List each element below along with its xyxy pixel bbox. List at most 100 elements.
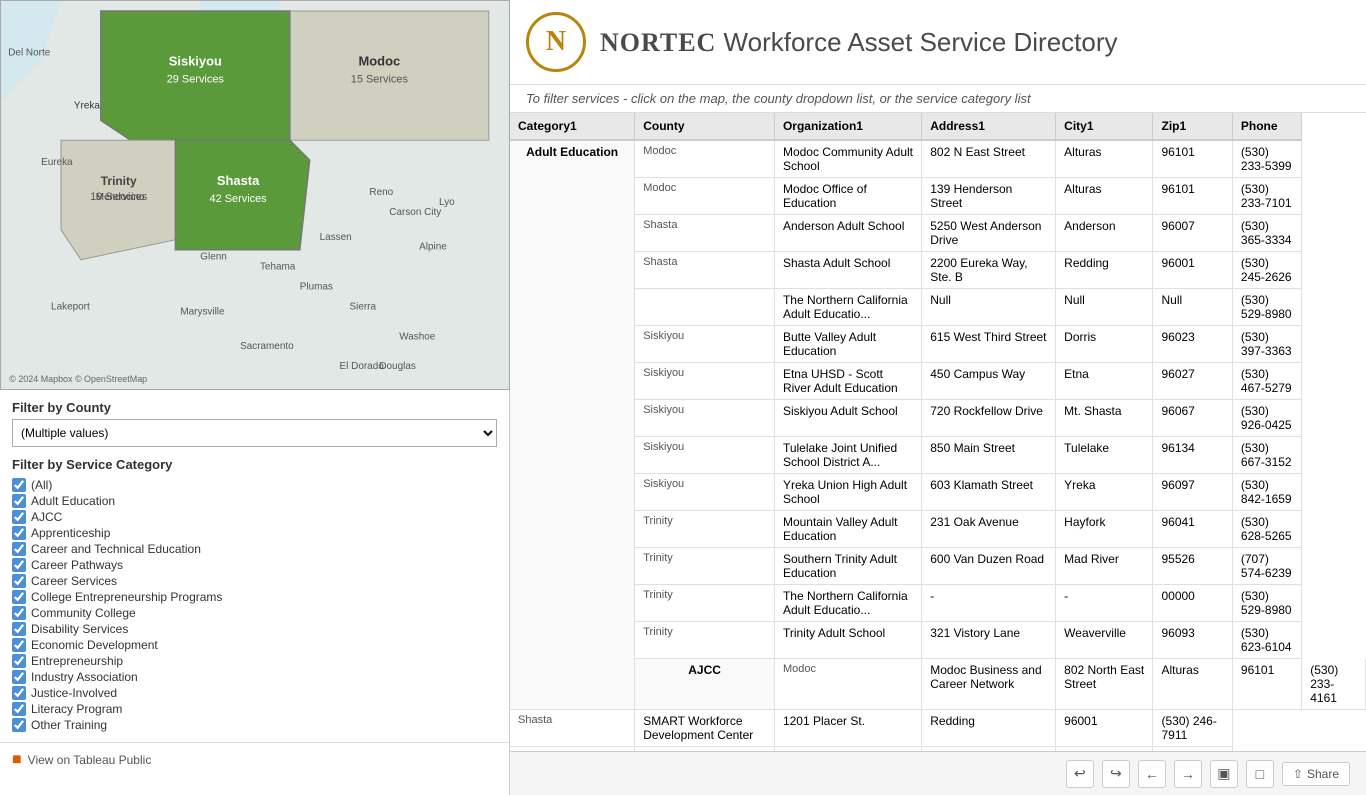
map-svg[interactable]: Modoc 15 Services Siskiyou 29 Services T… [1, 1, 509, 389]
alpine-label: Alpine [419, 242, 447, 253]
city-cell: Alturas [1056, 140, 1153, 178]
city-cell: Yreka [1056, 474, 1153, 511]
county-cell: Modoc [635, 178, 775, 215]
category-item[interactable]: Justice-Involved [12, 686, 497, 700]
category-checkbox[interactable] [12, 574, 26, 588]
category-label: Literacy Program [31, 702, 122, 716]
category-item[interactable]: (All) [12, 478, 497, 492]
city-cell: Redding [1056, 252, 1153, 289]
category-checkbox[interactable] [12, 654, 26, 668]
map-area[interactable]: Modoc 15 Services Siskiyou 29 Services T… [0, 0, 510, 390]
phone-cell: (530) 842-1659 [1232, 474, 1301, 511]
category-item[interactable]: Other Training [12, 718, 497, 732]
category-checkbox[interactable] [12, 606, 26, 620]
city-cell: Anderson [1056, 215, 1153, 252]
category-checkbox[interactable] [12, 590, 26, 604]
category-item[interactable]: Industry Association [12, 670, 497, 684]
county-dropdown[interactable]: (Multiple values) [12, 419, 497, 447]
table-container[interactable]: Category1 County Organization1 Address1 … [510, 113, 1366, 751]
org-cell: The Northern California Adult Educatio..… [774, 585, 921, 622]
city-cell: - [1056, 585, 1153, 622]
category-item[interactable]: Career and Technical Education [12, 542, 497, 556]
device-button[interactable]: ▣ [1210, 760, 1238, 788]
category-checkbox[interactable] [12, 622, 26, 636]
category-item[interactable]: Disability Services [12, 622, 497, 636]
tehama-label: Tehama [260, 262, 296, 273]
category-item[interactable]: Community College [12, 606, 497, 620]
city-cell: Etna [1056, 363, 1153, 400]
reno-label: Reno [369, 187, 393, 198]
address-cell: 321 Vistory Lane [922, 622, 1056, 659]
city-cell: Alturas [1056, 178, 1153, 215]
col-address: Address1 [922, 113, 1056, 140]
forward-button[interactable]: → [1174, 760, 1202, 788]
phone-cell: (530) 246-7911 [1153, 709, 1232, 746]
address-cell: 450 Campus Way [922, 363, 1056, 400]
category-item[interactable]: Economic Development [12, 638, 497, 652]
county-cell: Siskiyou [635, 326, 775, 363]
category-checkbox[interactable] [12, 670, 26, 684]
address-cell: 615 West Third Street [922, 326, 1056, 363]
phone-cell: (530) 623-6104 [1232, 622, 1301, 659]
share-button[interactable]: ⇧ Share [1282, 762, 1350, 786]
tableau-footer[interactable]: ■ View on Tableau Public [0, 742, 509, 777]
category-checkbox[interactable] [12, 542, 26, 556]
view-on-tableau-label[interactable]: View on Tableau Public [28, 753, 152, 767]
county-cell: Trinity [635, 585, 775, 622]
category-label: Entrepreneurship [31, 654, 123, 668]
category-checkbox[interactable] [12, 686, 26, 700]
category-label: Disability Services [31, 622, 128, 636]
back-button[interactable]: ← [1138, 760, 1166, 788]
nortec-text: NORTEC [600, 28, 716, 57]
category-label: Justice-Involved [31, 686, 117, 700]
category-label: Adult Education [31, 494, 115, 508]
category-checkbox[interactable] [12, 478, 26, 492]
category-checkbox[interactable] [12, 526, 26, 540]
col-category: Category1 [510, 113, 635, 140]
col-org: Organization1 [774, 113, 921, 140]
category-item[interactable]: Career Services [12, 574, 497, 588]
org-cell: Modoc Community Adult School [774, 140, 921, 178]
zip-cell: 95526 [1153, 548, 1232, 585]
yreka-label: Yreka [74, 100, 100, 111]
category-item[interactable]: Career Pathways [12, 558, 497, 572]
fullscreen-button[interactable]: □ [1246, 760, 1274, 788]
category-item[interactable]: Entrepreneurship [12, 654, 497, 668]
filter-area: Filter by County (Multiple values) Filte… [0, 390, 509, 742]
category-item[interactable]: Apprenticeship [12, 526, 497, 540]
category-label: Career Pathways [31, 558, 123, 572]
county-cell: Trinity [635, 622, 775, 659]
category-item[interactable]: Adult Education [12, 494, 497, 508]
address-cell: 802 N East Street [922, 140, 1056, 178]
category-checkbox[interactable] [12, 702, 26, 716]
redo-button[interactable]: ↪ [1102, 760, 1130, 788]
eldorado-label: El Dorado [340, 361, 385, 372]
org-cell: Mountain Valley Adult Education [774, 511, 921, 548]
delNorte-label: Del Norte [8, 48, 50, 59]
category-checkbox[interactable] [12, 718, 26, 732]
undo-button[interactable]: ↩ [1066, 760, 1094, 788]
zip-cell: 96134 [1153, 437, 1232, 474]
org-cell: Trinity Adult School [774, 622, 921, 659]
county-cell: Siskiyou [635, 363, 775, 400]
category-item[interactable]: Literacy Program [12, 702, 497, 716]
category-checkbox[interactable] [12, 510, 26, 524]
county-cell: Modoc [635, 140, 775, 178]
shasta-services: 42 Services [210, 193, 268, 205]
phone-cell: (530) 667-3152 [1232, 437, 1301, 474]
county-cell: Shasta [510, 709, 635, 746]
data-table: Category1 County Organization1 Address1 … [510, 113, 1366, 751]
category-checkbox[interactable] [12, 494, 26, 508]
category-checkbox[interactable] [12, 558, 26, 572]
siskiyou-label: Siskiyou [169, 54, 222, 69]
table-row: TrinityTrinity Adult School321 Vistory L… [510, 622, 1366, 659]
category-checkbox[interactable] [12, 638, 26, 652]
category-item[interactable]: AJCC [12, 510, 497, 524]
trinity-label: Trinity [101, 174, 137, 188]
county-cell: Shasta [635, 215, 775, 252]
table-row: TrinitySouthern Trinity Adult Education6… [510, 548, 1366, 585]
org-cell: The Northern California Adult Educatio..… [774, 289, 921, 326]
table-row: ModocModoc Office of Education139 Hender… [510, 178, 1366, 215]
city-cell: Mt. Shasta [1056, 400, 1153, 437]
category-item[interactable]: College Entrepreneurship Programs [12, 590, 497, 604]
